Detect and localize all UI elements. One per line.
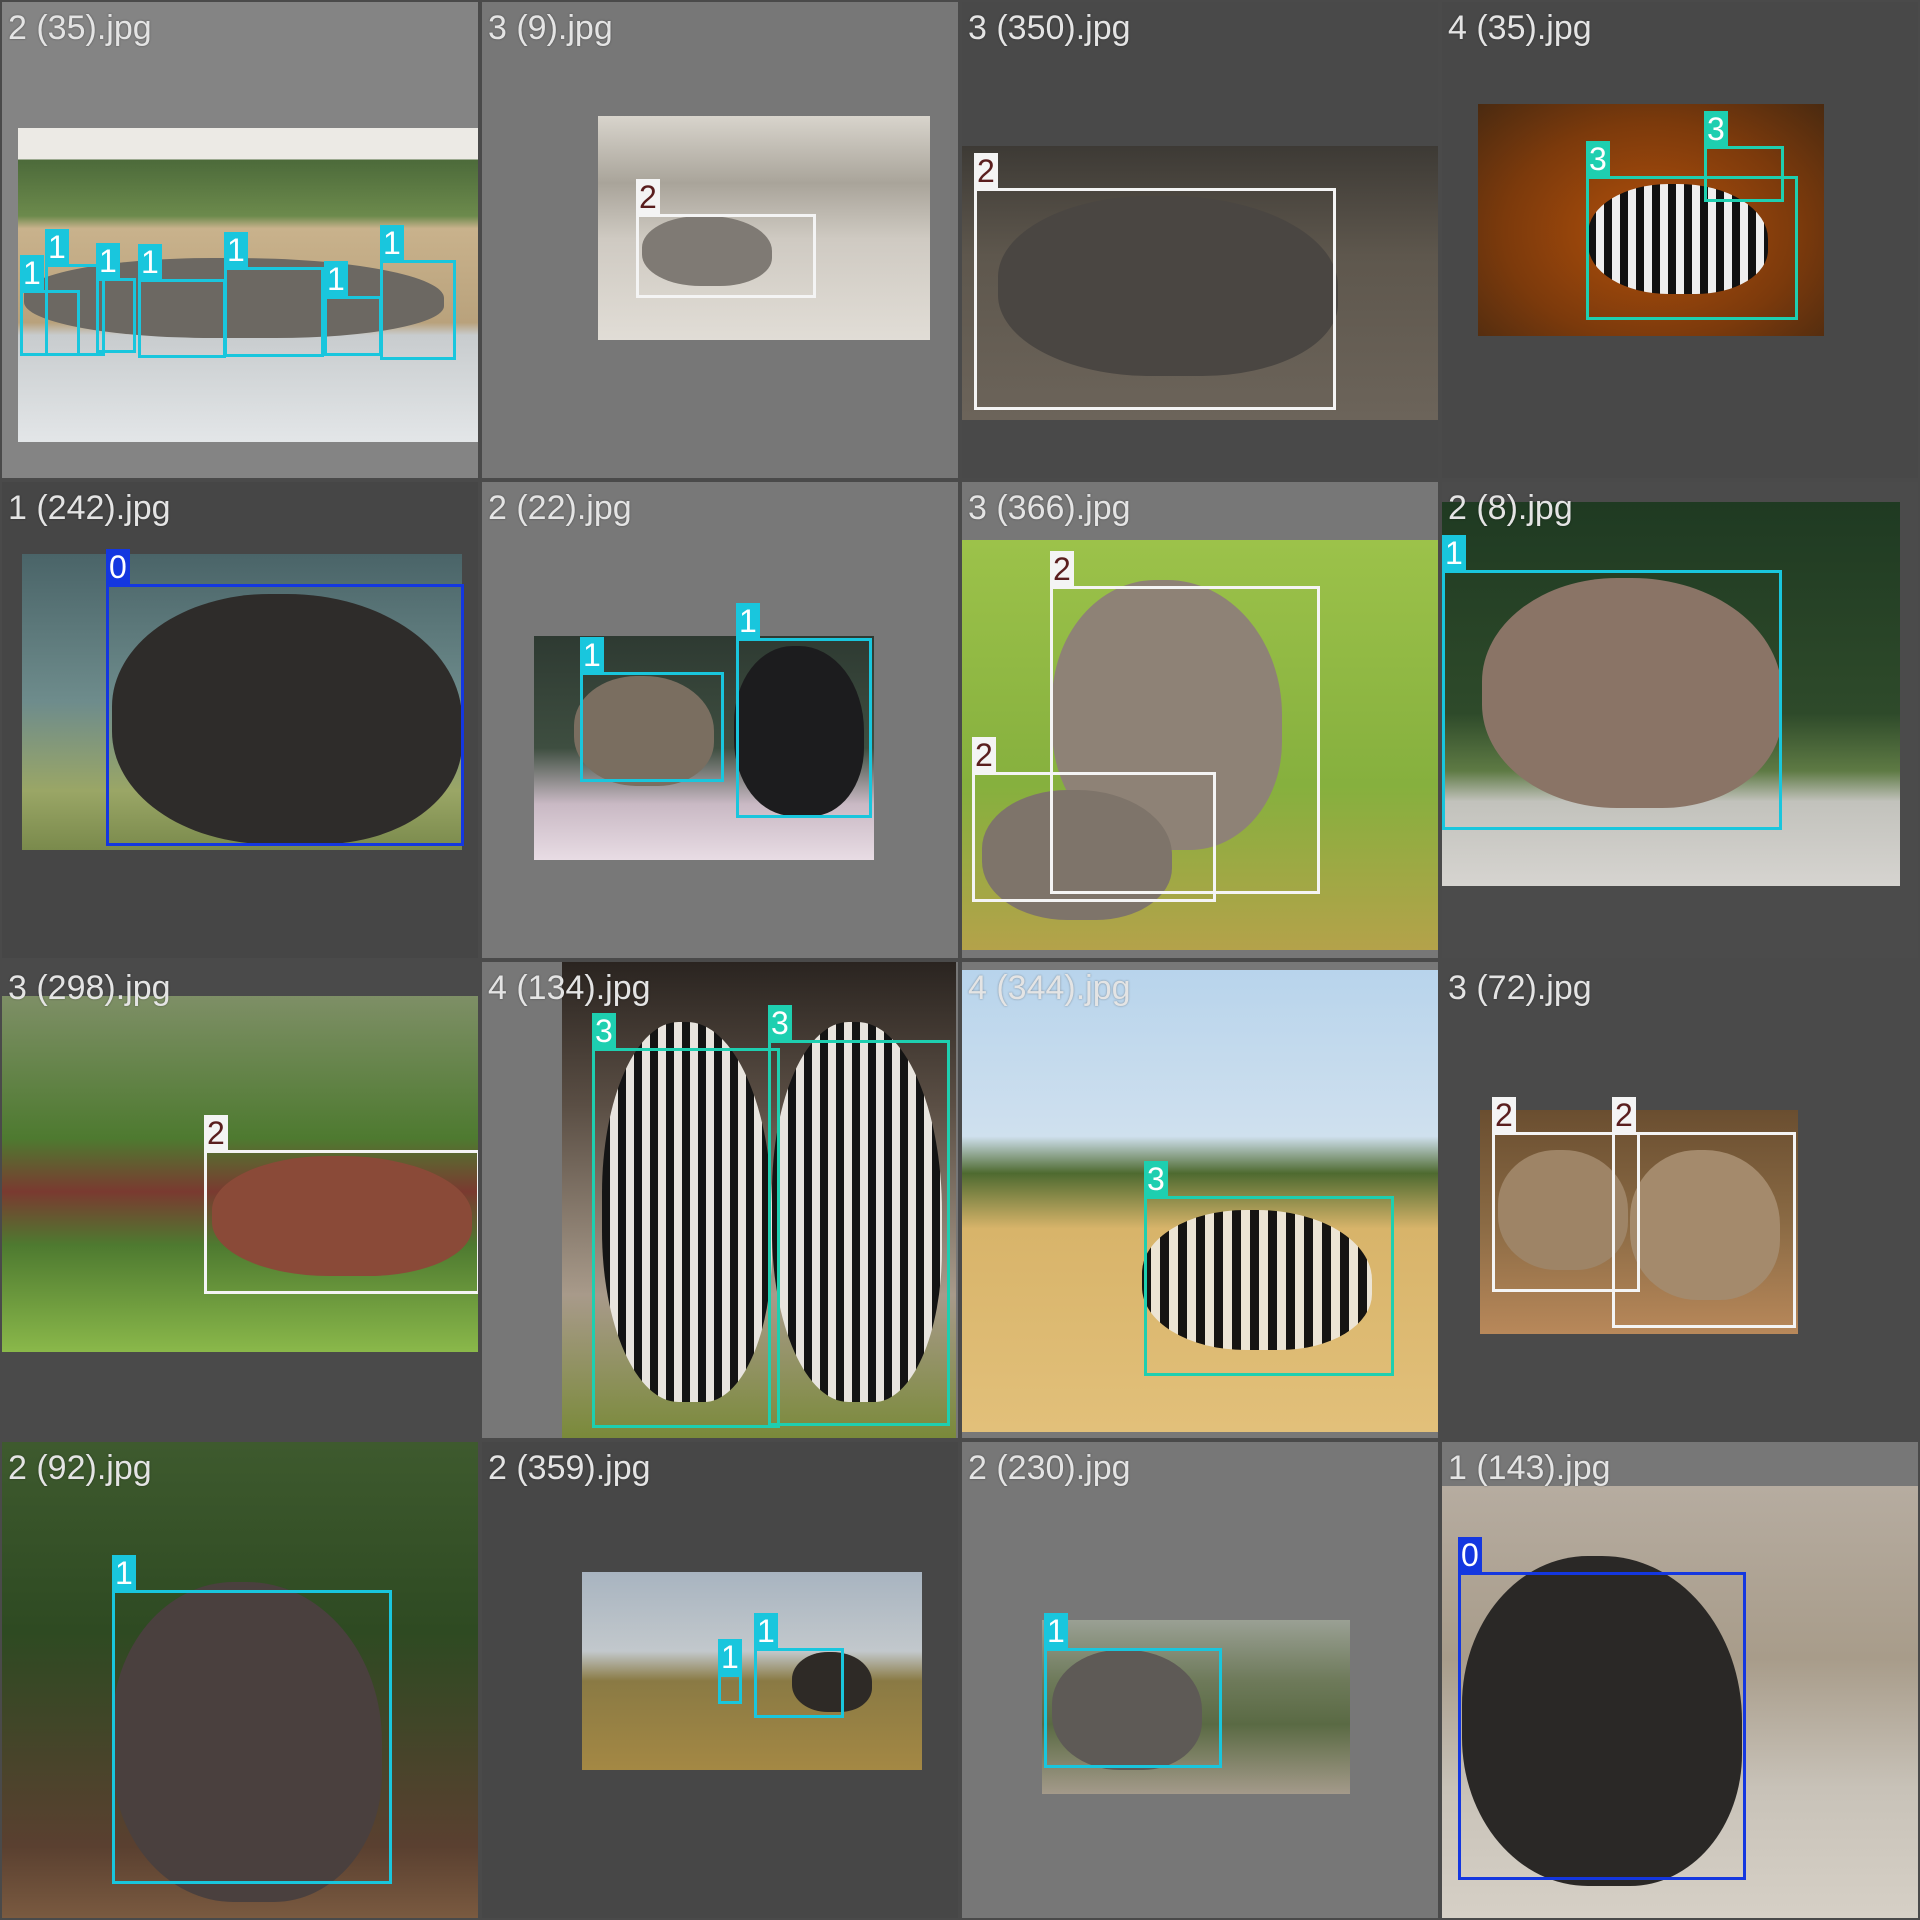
mosaic-tile: 2 (22).jpg 1 1	[482, 482, 958, 958]
class-label: 2	[1612, 1097, 1636, 1133]
bounding-box: 1	[754, 1613, 844, 1718]
mosaic-tile: 4 (134).jpg 3 3	[482, 962, 958, 1438]
mosaic-tile: 3 (298).jpg 2	[2, 962, 478, 1438]
class-label: 2	[636, 179, 660, 215]
bounding-box: 1	[736, 603, 872, 818]
bounding-box: 1	[380, 225, 456, 360]
bounding-box: 0	[106, 549, 464, 846]
tile-filename: 1 (143).jpg	[1448, 1449, 1611, 1487]
bounding-box: 1	[96, 243, 136, 353]
tile-filename: 2 (8).jpg	[1448, 489, 1573, 527]
class-label: 3	[1704, 111, 1728, 147]
class-label: 1	[380, 225, 404, 261]
class-label: 1	[580, 637, 604, 673]
tile-filename: 3 (298).jpg	[8, 969, 171, 1007]
class-label: 1	[20, 255, 44, 291]
class-label: 1	[112, 1555, 136, 1591]
tile-filename: 2 (359).jpg	[488, 1449, 651, 1487]
tile-filename: 2 (22).jpg	[488, 489, 632, 527]
class-label: 0	[1458, 1537, 1482, 1573]
bounding-box: 3	[1704, 111, 1784, 202]
bounding-box: 1	[718, 1639, 742, 1704]
mosaic-tile: 2 (230).jpg 1	[962, 1442, 1438, 1918]
bounding-box: 1	[580, 637, 724, 782]
tile-filename: 4 (344).jpg	[968, 969, 1131, 1007]
class-label: 2	[1050, 551, 1074, 587]
bounding-box: 0	[1458, 1537, 1746, 1880]
mosaic-tile: 4 (344).jpg 3	[962, 962, 1438, 1438]
detection-mosaic-grid: 2 (35).jpg 1 1 1 1 1 1 1 3 (9).jpg 2 3 (…	[0, 0, 1920, 1920]
class-label: 1	[718, 1639, 742, 1675]
tile-filename: 2 (35).jpg	[8, 9, 152, 47]
class-label: 3	[1144, 1161, 1168, 1197]
mosaic-tile: 3 (9).jpg 2	[482, 2, 958, 478]
tile-filename: 4 (134).jpg	[488, 969, 651, 1007]
bounding-box: 3	[592, 1013, 780, 1428]
class-label: 1	[754, 1613, 778, 1649]
tile-filename: 1 (242).jpg	[8, 489, 171, 527]
class-label: 3	[768, 1005, 792, 1041]
bounding-box: 1	[324, 261, 382, 356]
class-label: 1	[736, 603, 760, 639]
class-label: 2	[974, 153, 998, 189]
class-label: 1	[1044, 1613, 1068, 1649]
mosaic-tile: 1 (242).jpg 0	[2, 482, 478, 958]
mosaic-tile: 4 (35).jpg 3 3	[1442, 2, 1918, 478]
bounding-box: 2	[636, 179, 816, 298]
bounding-box: 2	[1612, 1097, 1796, 1328]
tile-filename: 2 (230).jpg	[968, 1449, 1131, 1487]
bounding-box: 1	[112, 1555, 392, 1884]
mosaic-tile: 2 (35).jpg 1 1 1 1 1 1 1	[2, 2, 478, 478]
bounding-box: 3	[768, 1005, 950, 1426]
bounding-box: 2	[974, 153, 1336, 410]
mosaic-tile: 3 (72).jpg 2 2	[1442, 962, 1918, 1438]
mosaic-tile: 3 (366).jpg 2 2	[962, 482, 1438, 958]
class-label: 1	[45, 229, 69, 265]
class-label: 1	[96, 243, 120, 279]
tile-filename: 3 (350).jpg	[968, 9, 1131, 47]
mosaic-tile: 1 (143).jpg 0	[1442, 1442, 1918, 1918]
class-label: 1	[138, 244, 162, 280]
animal-photo	[582, 1572, 922, 1770]
mosaic-tile: 3 (350).jpg 2	[962, 2, 1438, 478]
class-label: 2	[972, 737, 996, 773]
bounding-box: 1	[224, 232, 324, 357]
bounding-box: 1	[1442, 535, 1782, 830]
mosaic-tile: 2 (8).jpg 1	[1442, 482, 1918, 958]
bounding-box: 3	[1144, 1161, 1394, 1376]
bounding-box: 1	[1044, 1613, 1222, 1768]
bounding-box: 2	[204, 1115, 478, 1294]
class-label: 2	[1492, 1097, 1516, 1133]
tile-filename: 3 (72).jpg	[1448, 969, 1592, 1007]
bounding-box: 2	[972, 737, 1216, 902]
class-label: 3	[592, 1013, 616, 1049]
tile-filename: 3 (9).jpg	[488, 9, 613, 47]
tile-filename: 3 (366).jpg	[968, 489, 1131, 527]
class-label: 1	[224, 232, 248, 268]
class-label: 1	[1442, 535, 1466, 571]
bounding-box: 1	[138, 244, 226, 358]
class-label: 1	[324, 261, 348, 297]
tile-filename: 2 (92).jpg	[8, 1449, 152, 1487]
tile-filename: 4 (35).jpg	[1448, 9, 1592, 47]
class-label: 3	[1586, 141, 1610, 177]
class-label: 2	[204, 1115, 228, 1151]
mosaic-tile: 2 (92).jpg 1	[2, 1442, 478, 1918]
class-label: 0	[106, 549, 130, 585]
mosaic-tile: 2 (359).jpg 1 1	[482, 1442, 958, 1918]
